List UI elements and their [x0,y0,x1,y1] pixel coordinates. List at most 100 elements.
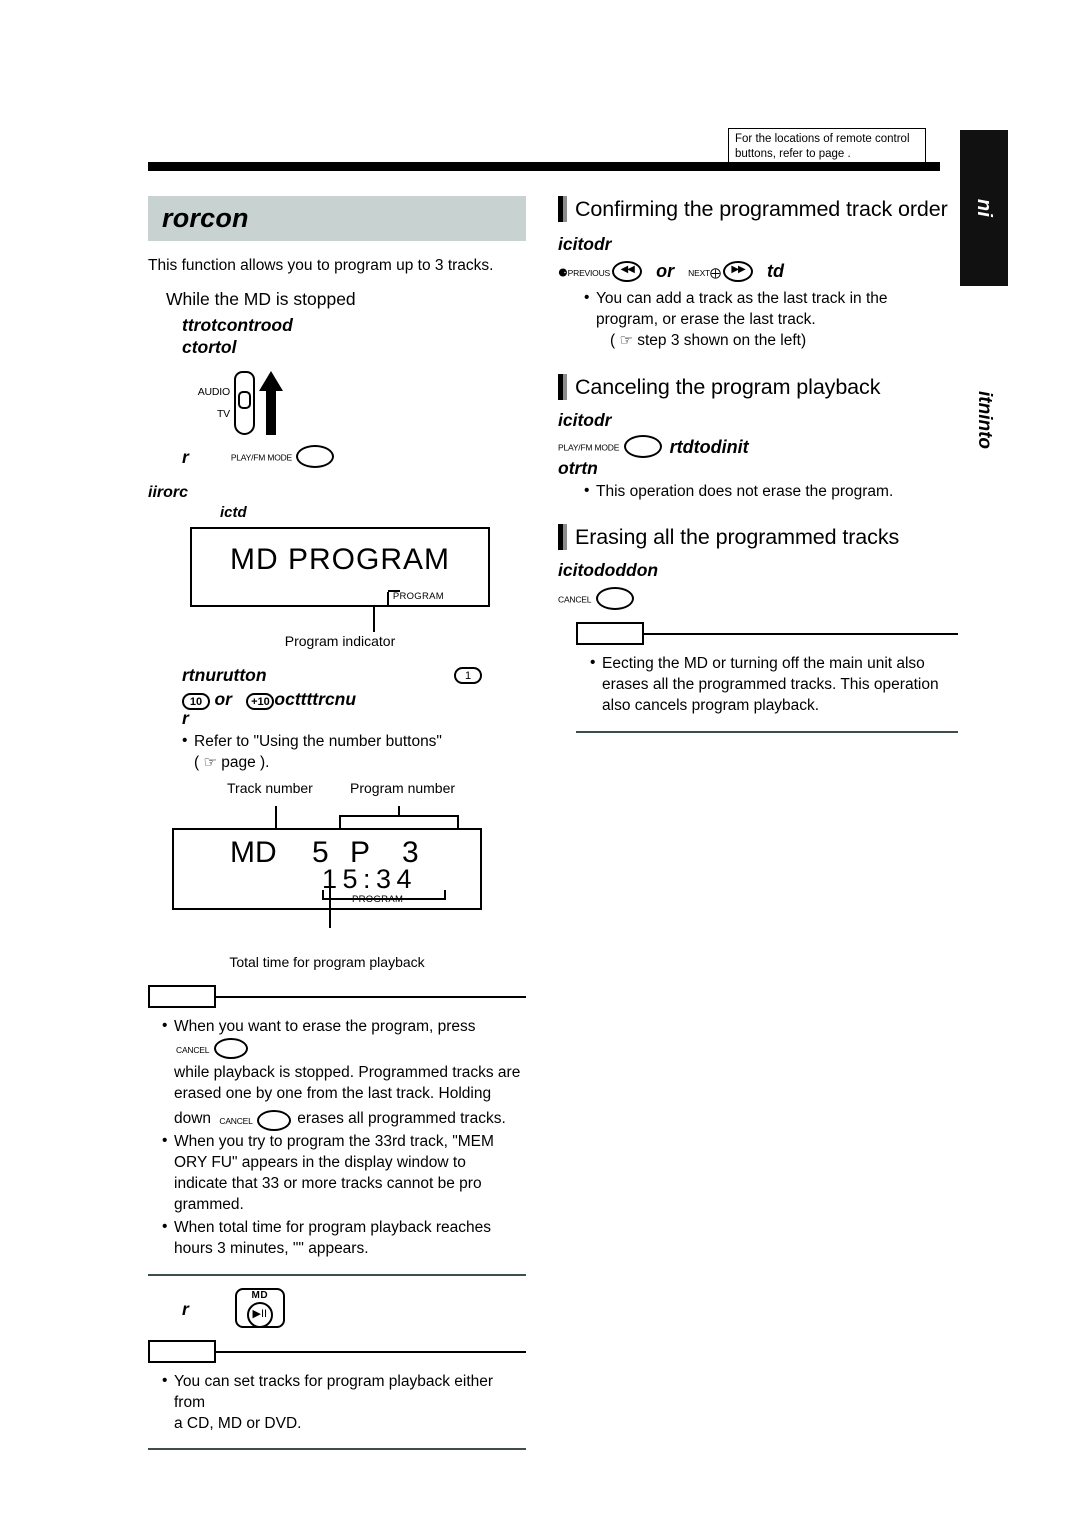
section3-step-label: icitododdon [558,560,659,581]
subhead-while-stopped: While the MD is stopped [166,289,356,310]
md-play-pause-button[interactable]: MD ▶II [234,1287,285,1332]
display-2-caption: Total time for program playback [229,953,425,970]
number-button-1[interactable]: 1 [454,667,482,685]
manual-page: For the locations of remote control butt… [0,0,1080,1528]
next-button[interactable]: NEXT⨁ ▶▶ [688,261,754,283]
next-button-caption: NEXT⨁ [688,267,721,280]
note-1-rule [215,995,526,998]
display-2-time: 1 5 : 3 4 [322,863,412,894]
play-fm-mode-button-2-oval[interactable] [623,434,662,458]
previous-button-caption: ⚈PREVIOUS [558,267,610,280]
intro-paragraph: This function allows you to program up t… [148,257,494,274]
display-panel-2: MD 5 P 3 1 5 : 3 4 PROGRAM [172,827,482,910]
next-glyph-icon: ▶▶ [731,264,745,276]
section-confirming-heading: Confirming the programmed track order [558,196,958,223]
remote-note-line2: buttons, refer to page . [735,148,851,161]
note-1-item-2: When you try to program the 33rd track, … [162,1130,526,1215]
step3-row: rtnurutton 1 10 or +10octtttrcnu r Refer… [182,665,526,773]
note-1-item-2b: ORY FU" appears in the display window to [174,1154,466,1172]
cancel-button-3-oval[interactable] [595,587,634,611]
cancel-button-3-caption: CANCEL [558,595,592,606]
number-button-10[interactable]: 10 [182,692,210,710]
section2-step-label: icitodr [558,409,612,430]
note-2-items: You can set tracks for program playback … [162,1369,526,1434]
section-canceling-heading: Canceling the program playback [558,373,958,400]
play-fm-mode-button[interactable]: PLAY/FM MODE [231,444,335,468]
side-index-sub-label: itninto [974,390,995,450]
display-1-program-tag: PROGRAM [392,590,444,602]
section3-button-row: CANCEL [558,587,958,611]
cancel-button-caption-1: CANCEL [176,1044,210,1055]
display-panel-2-wrap: Track number Program number MD 5 P 3 1 5… [172,780,502,971]
note-1-item-1d: down [174,1109,212,1127]
note-2-tab [148,1339,216,1363]
side-index-tab-label: ni [973,198,996,218]
previous-button-oval[interactable]: ◀◀ [612,261,643,283]
header-rule [148,162,940,171]
note-1-item-1e: erases all programmed tracks. [297,1109,506,1127]
cancel-button-inline-1[interactable]: CANCEL [176,1038,248,1060]
step3-bullets: Refer to "Using the number buttons" ( ☞ … [182,730,526,773]
step1-label-line1: ttrotcontrood [182,314,293,335]
cancel-button-oval-1[interactable] [213,1038,248,1060]
switch-knob [238,390,251,409]
note-3-item-1b: erases all the programmed tracks. This o… [602,676,939,694]
note-3-item-1c: also cancels program playback. [602,697,820,715]
note-1-item-1: When you want to erase the program, pres… [162,1015,526,1131]
cancel-button-inline-2[interactable]: CANCEL [219,1109,291,1131]
section-canceling-title: Canceling the program playback [575,374,881,399]
previous-button[interactable]: ⚈PREVIOUS ◀◀ [558,261,643,283]
step3-line3: r [182,708,189,729]
section1-button-row: ⚈PREVIOUS ◀◀ or NEXT⨁ ▶▶ td [558,261,958,283]
step3-number-buttons-row: 10 or +10 octtttrcnu [182,689,526,710]
play-fm-mode-button-oval[interactable] [296,444,335,468]
audio-tv-switch-illustration: AUDIO TV [182,369,526,441]
left-column: rorcon This function allows you to progr… [148,196,526,1450]
note-block-2: You can set tracks for program playback … [148,1339,526,1450]
play-fm-mode-button-2[interactable]: PLAY/FM MODE [558,434,662,458]
number-button-plus-10[interactable]: +10 [246,692,275,710]
note-3-items: Eecting the MD or turning off the main u… [590,652,958,716]
note-1-item-1b: while playback is stopped. Programmed tr… [174,1063,521,1081]
section-confirming-title: Confirming the programmed track order [575,197,948,221]
section-bar-icon-2 [558,373,567,400]
note-1-item-1a: When you want to erase the program, pres… [174,1017,476,1035]
step2-row: r PLAY/FM MODE [182,444,526,468]
right-column: Confirming the programmed track order ic… [558,196,958,733]
step3-tail: octtttrcnu [274,689,357,710]
note-2-item-1a: You can set tracks for program playback … [174,1372,494,1411]
note-3-item-1: Eecting the MD or turning off the main u… [590,652,958,716]
next-button-oval[interactable]: ▶▶ [723,261,754,283]
note-1-item-2d: grammed. [174,1196,244,1214]
display-1-text: MD PROGRAM [230,542,450,576]
section-bar-icon [558,196,567,223]
cancel-button-3[interactable]: CANCEL [558,587,634,611]
md-play-pause-glyph[interactable]: ▶II [246,1301,273,1328]
note-1-item-3: When total time for program playback rea… [162,1216,526,1259]
section2-bullet-1: This operation does not erase the progra… [584,480,958,502]
section-erasing-title: Erasing all the programmed tracks [575,525,900,550]
step3-bullet-1b-text: page ). [221,754,270,772]
section-bar-icon-3 [558,524,567,551]
step2-prefix: r [182,446,189,467]
note-1-items: When you want to erase the program, pres… [162,1015,526,1260]
cancel-button-caption-2: CANCEL [219,1116,253,1127]
section1-bullet-1a: You can add a track as the last track in… [596,290,888,308]
section1-bullets: You can add a track as the last track in… [584,287,958,352]
note-2-item-1b: a CD, MD or DVD. [174,1414,302,1432]
note-1-item-3a: When total time for program playback rea… [174,1219,492,1237]
step3-bullet-1-text: Refer to "Using the number buttons" [194,733,442,751]
step1-label-line2: ctortol [182,336,237,357]
note-2-item-1: You can set tracks for program playback … [162,1369,526,1434]
display-panel-1-wrap: MD PROGRAM PROGRAM Program indicator [190,526,526,650]
cancel-button-oval-2[interactable] [256,1109,291,1131]
section1-step-label: icitodr [558,234,612,255]
section2-tail: rtdtodinit [669,436,749,457]
side-index-tab: ni [960,130,1008,286]
md-play-pause-caption: MD [251,1289,269,1301]
switch-labels: AUDIO TV [182,381,230,425]
pointing-hand-icon: ☞ [203,754,217,772]
note-2-rule [215,1350,526,1353]
previous-glyph-icon: ◀◀ [620,264,634,276]
note-1-item-3b: hours 3 minutes, "" appears. [174,1240,369,1258]
